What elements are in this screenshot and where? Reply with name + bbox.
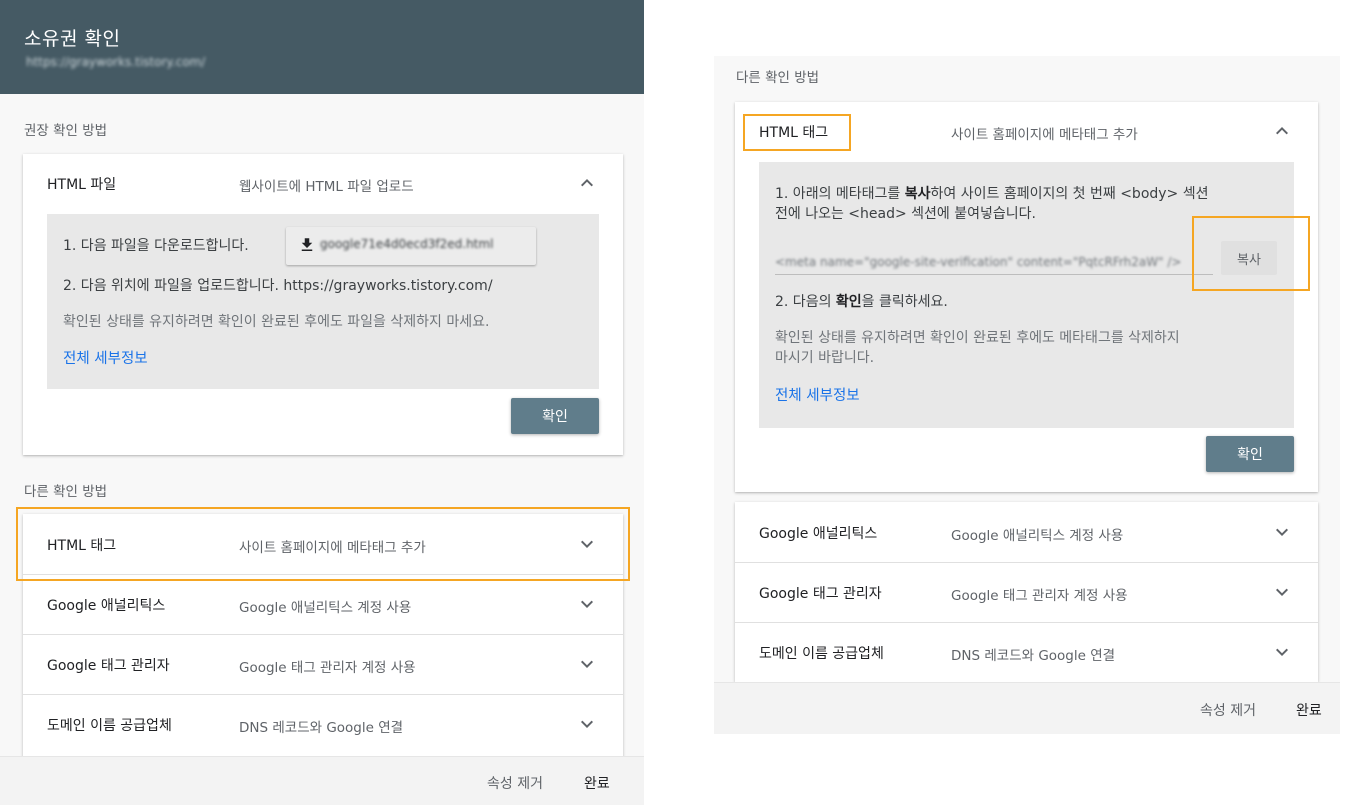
other-methods-label: 다른 확인 방법	[24, 484, 108, 500]
download-icon	[301, 238, 313, 251]
chevron-up-icon[interactable]	[575, 171, 599, 195]
verification-dialog-left: 소유권 확인 https://grayworks.tistory.com/ 권장…	[0, 0, 644, 805]
step-1-bold: 복사	[904, 186, 931, 202]
chevron-down-icon[interactable]	[1270, 520, 1294, 544]
method-row-html-tag[interactable]: HTML 태그 사이트 홈페이지에 메타태그 추가	[23, 514, 623, 574]
chevron-up-icon[interactable]	[1270, 119, 1294, 143]
chevron-down-icon[interactable]	[575, 712, 599, 736]
method-desc: DNS 레코드와 Google 연결	[951, 648, 1116, 664]
done-button[interactable]: 완료	[1296, 700, 1322, 720]
method-name: 도메인 이름 공급업체	[47, 718, 172, 734]
method-name: 도메인 이름 공급업체	[759, 646, 884, 662]
method-name: Google 태그 관리자	[759, 586, 882, 602]
method-desc: 사이트 홈페이지에 메타태그 추가	[239, 540, 426, 556]
html-tag-row[interactable]: HTML 태그 사이트 홈페이지에 메타태그 추가	[735, 102, 1318, 162]
keep-tag-note-line-2: 마시기 바랍니다.	[775, 350, 875, 366]
step-2-bold: 확인	[835, 294, 862, 310]
method-row-tag-manager[interactable]: Google 태그 관리자 Google 태그 관리자 계정 사용	[23, 634, 623, 694]
chevron-down-icon[interactable]	[1270, 640, 1294, 664]
step-1-text: 1. 아래의 메타태그를 복사하여 사이트 홈페이지의 첫 번째 <body> …	[775, 184, 1209, 204]
html-tag-instructions: 1. 아래의 메타태그를 복사하여 사이트 홈페이지의 첫 번째 <body> …	[759, 162, 1294, 428]
keep-tag-note-line-1: 확인된 상태를 유지하려면 확인이 완료된 후에도 메타태그를 삭제하지	[775, 330, 1180, 346]
remove-property-button[interactable]: 속성 제거	[487, 773, 543, 793]
step-2-post: 을 클릭하세요.	[861, 294, 948, 310]
other-methods-label: 다른 확인 방법	[736, 70, 820, 86]
keep-file-note: 확인된 상태를 유지하려면 확인이 완료된 후에도 파일을 삭제하지 마세요.	[63, 314, 490, 330]
method-row-google-analytics[interactable]: Google 애널리틱스 Google 애널리틱스 계정 사용	[23, 574, 623, 634]
recommended-method-label: 권장 확인 방법	[24, 123, 108, 139]
dialog-footer: 속성 제거 완료	[714, 682, 1340, 734]
method-row-google-analytics[interactable]: Google 애널리틱스 Google 애널리틱스 계정 사용	[735, 502, 1318, 562]
remove-property-button[interactable]: 속성 제거	[1200, 700, 1256, 720]
chevron-down-icon[interactable]	[575, 652, 599, 676]
method-name: Google 애널리틱스	[47, 598, 166, 614]
full-details-link[interactable]: 전체 세부정보	[63, 347, 148, 368]
chevron-down-icon[interactable]	[575, 592, 599, 616]
method-row-domain-provider[interactable]: 도메인 이름 공급업체 DNS 레코드와 Google 연결	[735, 622, 1318, 682]
chevron-down-icon[interactable]	[1270, 580, 1294, 604]
method-name: HTML 태그	[47, 538, 117, 554]
method-row-tag-manager[interactable]: Google 태그 관리자 Google 태그 관리자 계정 사용	[735, 562, 1318, 622]
meta-tag-code[interactable]: <meta name="google-site-verification" co…	[775, 255, 1213, 269]
property-url: https://grayworks.tistory.com/	[26, 55, 206, 69]
dialog-title: 소유권 확인	[24, 28, 121, 50]
meta-tag-underline	[775, 274, 1213, 275]
copy-button[interactable]: 복사	[1221, 241, 1277, 275]
chevron-down-icon[interactable]	[575, 532, 599, 556]
method-desc: 웹사이트에 HTML 파일 업로드	[239, 179, 414, 195]
method-name: HTML 파일	[47, 177, 117, 193]
html-file-instructions: 1. 다음 파일을 다운로드합니다. google71e4d0ecd3f2ed.…	[47, 214, 599, 389]
step-1-pre: 1. 아래의 메타태그를	[775, 186, 905, 202]
verification-dialog-right: 다른 확인 방법 HTML 태그 사이트 홈페이지에 메타태그 추가 1. 아래…	[714, 56, 1340, 734]
other-methods-card: HTML 태그 사이트 홈페이지에 메타태그 추가 Google 애널리틱스 G…	[23, 514, 623, 764]
method-name: HTML 태그	[759, 125, 829, 141]
download-filename: google71e4d0ecd3f2ed.html	[320, 237, 494, 251]
done-button[interactable]: 완료	[584, 773, 610, 793]
step-1-text: 1. 다음 파일을 다운로드합니다.	[63, 238, 249, 254]
download-file-button[interactable]: google71e4d0ecd3f2ed.html	[286, 227, 536, 265]
step-2-pre: 2. 다음의	[775, 294, 836, 310]
verify-button[interactable]: 확인	[511, 398, 599, 434]
dialog-header: 소유권 확인 https://grayworks.tistory.com/	[0, 0, 644, 94]
method-row-domain-provider[interactable]: 도메인 이름 공급업체 DNS 레코드와 Google 연결	[23, 694, 623, 754]
step-1-post: 하여 사이트 홈페이지의 첫 번째 <body> 섹션	[930, 186, 1209, 202]
html-file-row[interactable]: HTML 파일 웹사이트에 HTML 파일 업로드	[23, 154, 623, 214]
method-desc: Google 애널리틱스 계정 사용	[239, 600, 412, 616]
html-tag-card: HTML 태그 사이트 홈페이지에 메타태그 추가 1. 아래의 메타태그를 복…	[735, 102, 1318, 492]
step-2-text: 2. 다음의 확인을 클릭하세요.	[775, 292, 948, 312]
dialog-footer: 속성 제거 완료	[0, 756, 644, 805]
html-file-card: HTML 파일 웹사이트에 HTML 파일 업로드 1. 다음 파일을 다운로드…	[23, 154, 623, 455]
step-2-text: 2. 다음 위치에 파일을 업로드합니다. https://grayworks.…	[63, 278, 493, 294]
full-details-link[interactable]: 전체 세부정보	[775, 384, 860, 405]
method-name: Google 태그 관리자	[47, 658, 170, 674]
method-name: Google 애널리틱스	[759, 526, 878, 542]
verify-button[interactable]: 확인	[1206, 436, 1294, 472]
other-methods-card: Google 애널리틱스 Google 애널리틱스 계정 사용 Google 태…	[735, 502, 1318, 682]
method-desc: Google 애널리틱스 계정 사용	[951, 528, 1124, 544]
method-desc: 사이트 홈페이지에 메타태그 추가	[951, 127, 1138, 143]
method-desc: DNS 레코드와 Google 연결	[239, 720, 404, 736]
method-desc: Google 태그 관리자 계정 사용	[951, 588, 1128, 604]
method-desc: Google 태그 관리자 계정 사용	[239, 660, 416, 676]
step-1-line-2: 전에 나오는 <head> 섹션에 붙여넣습니다.	[775, 206, 1036, 222]
